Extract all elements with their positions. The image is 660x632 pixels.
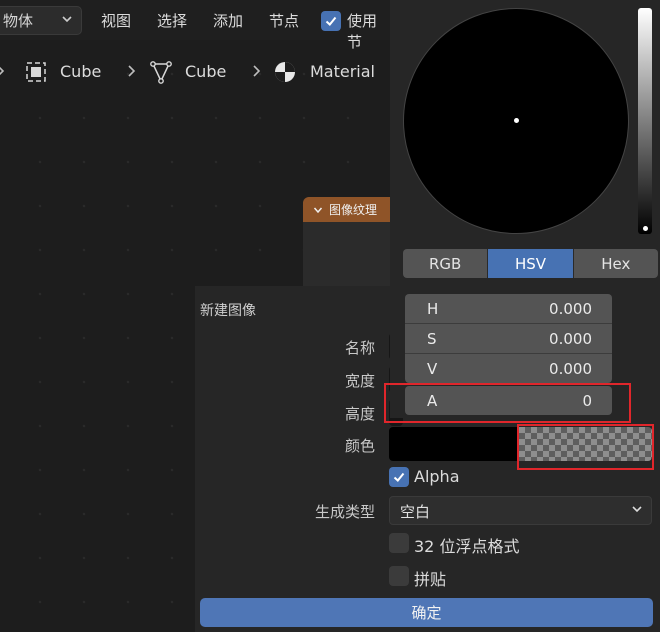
alpha-label: Alpha [414,467,460,486]
menu-select[interactable]: 选择 [157,10,187,31]
alpha-swatch-highlight [517,424,654,470]
value-slider[interactable] [638,8,652,234]
node-title: 图像纹理 [329,203,378,217]
color-swatch-rgb[interactable] [389,427,519,461]
width-label: 宽度 [344,372,375,390]
value-value: 0.000 [549,359,592,378]
dialog-title: 新建图像 [200,303,256,319]
mesh-icon [149,60,173,84]
saturation-label: S [427,329,437,348]
tiled-checkbox[interactable] [389,566,409,586]
tab-hsv[interactable]: HSV [488,249,574,278]
breadcrumb-object-label: Cube [60,62,102,81]
menu-node[interactable]: 节点 [269,10,299,31]
tiled-label: 拼贴 [414,570,447,589]
checkmark-icon [325,16,337,26]
object-icon [24,60,48,84]
chevron-right-icon [252,63,262,82]
checkmark-icon [393,472,405,482]
height-label: 高度 [344,405,375,423]
generated-type-select[interactable]: 空白 [389,496,652,525]
chevron-down-icon [631,501,643,519]
value-label: V [427,359,438,378]
hue-value: 0.000 [549,299,592,318]
chevron-down-icon[interactable] [313,201,323,219]
float-buffer-label: 32 位浮点格式 [414,537,520,556]
breadcrumb: Cube Cube Material [0,56,390,90]
editor-header: 物体 视图 选择 添加 节点 使用节 [0,0,390,51]
object-mode-label: 物体 [3,12,34,30]
alpha-field-highlight [384,383,631,423]
use-nodes-checkbox[interactable] [321,11,341,31]
value-field[interactable]: V 0.000 [405,354,612,383]
tab-hex[interactable]: Hex [573,249,658,278]
color-wheel-cursor[interactable] [514,118,519,123]
generated-type-label: 生成类型 [314,503,375,521]
object-mode-dropdown[interactable]: 物体 [0,6,82,35]
menu-view[interactable]: 视图 [101,10,131,31]
chevron-right-icon [0,63,6,82]
hue-label: H [427,299,439,318]
use-nodes-label: 使用节 [347,12,378,51]
value-slider-cursor[interactable] [643,226,648,231]
material-icon [273,60,297,84]
image-texture-node-header[interactable]: 图像纹理 [303,197,390,222]
name-label: 名称 [344,339,375,357]
chevron-right-icon [127,63,137,82]
generated-type-value: 空白 [400,503,431,521]
breadcrumb-mesh-label: Cube [185,62,227,81]
alpha-checkbox[interactable] [389,467,409,487]
breadcrumb-material-label: Material [310,62,375,81]
color-label: 颜色 [344,437,375,455]
ok-button[interactable]: 确定 [200,598,653,627]
menu-add[interactable]: 添加 [213,10,243,31]
hue-field[interactable]: H 0.000 [405,294,612,323]
tab-rgb[interactable]: RGB [403,249,489,278]
chevron-down-icon [61,13,73,28]
saturation-field[interactable]: S 0.000 [405,324,612,353]
float-buffer-checkbox[interactable] [389,533,409,553]
color-mode-tabs: RGB HSV Hex [403,249,658,278]
saturation-value: 0.000 [549,329,592,348]
